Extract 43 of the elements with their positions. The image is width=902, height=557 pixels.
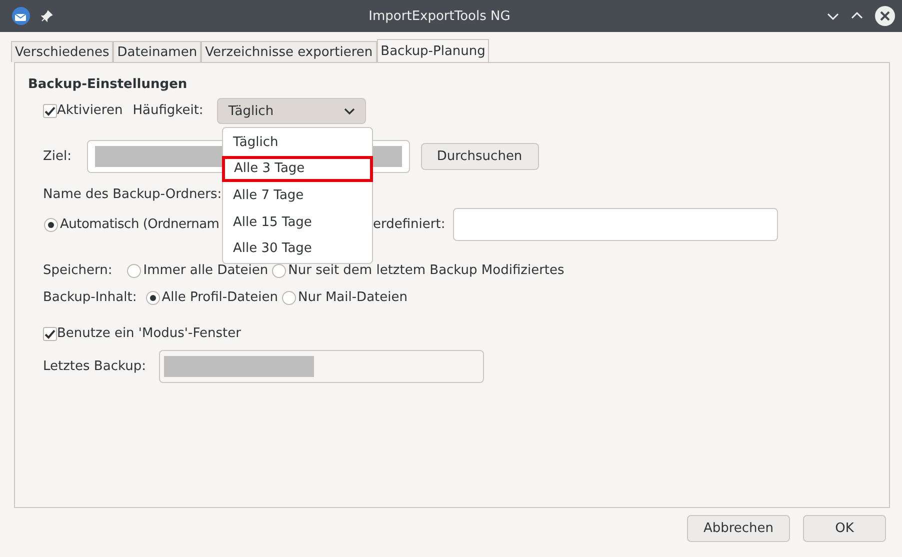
radio-label: Automatisch (Ordnernam: [60, 216, 220, 232]
minimize-icon[interactable]: [826, 11, 840, 21]
close-icon[interactable]: [874, 5, 896, 27]
radio-label: Alle Profil-Dateien: [162, 290, 278, 306]
chevron-icon: [344, 108, 356, 114]
checkbox-label: Benutze ein 'Modus'-Fenster: [57, 326, 241, 342]
folder-name-label: Name des Backup-Ordners:: [43, 187, 222, 203]
tab[interactable]: Backup-Planung: [376, 39, 490, 62]
radio-button[interactable]: [44, 218, 58, 232]
section-title: Backup-Einstellungen: [28, 76, 188, 94]
menu-option[interactable]: Alle 15 Tage: [222, 208, 373, 236]
maximize-icon[interactable]: [850, 11, 864, 21]
radio-button[interactable]: [282, 291, 296, 305]
frequency-label: Häufigkeit:: [132, 103, 204, 119]
target-label: Ziel:: [43, 148, 72, 164]
tab[interactable]: Verschiedenes: [11, 41, 114, 62]
last-backup-label: Letztes Backup:: [43, 358, 146, 374]
radio-button[interactable]: [127, 264, 142, 278]
browse-button[interactable]: Durchsuchen: [420, 143, 539, 170]
menu-option[interactable]: Alle 3 Tage: [222, 156, 373, 182]
checkbox-label: Aktivieren: [57, 103, 123, 119]
custom-name-field[interactable]: [453, 208, 778, 241]
menu-option[interactable]: Täglich: [222, 129, 373, 156]
frequency-dropdown[interactable]: Täglich: [217, 98, 366, 124]
checkbox[interactable]: [43, 104, 57, 118]
dialog-button[interactable]: Abbrechen: [687, 515, 790, 542]
app-logo-icon: [11, 6, 31, 26]
checkbox[interactable]: [43, 327, 57, 341]
backup-content-label: Backup-Inhalt:: [43, 290, 137, 306]
tab[interactable]: Dateinamen: [113, 41, 202, 62]
menu-option[interactable]: Alle 7 Tage: [222, 182, 373, 209]
radio-button[interactable]: [146, 291, 160, 305]
menu-option[interactable]: Alle 30 Tage: [222, 235, 373, 262]
radio-label: Immer alle Dateien: [143, 263, 268, 279]
window-title: ImportExportTools NG: [368, 8, 512, 24]
radio-label: Nur Mail-Dateien: [298, 290, 408, 306]
dialog-button[interactable]: OK: [803, 515, 886, 542]
save-label: Speichern:: [43, 263, 112, 279]
custom-name-label: erdefiniert:: [373, 216, 446, 232]
tab[interactable]: Verzeichnisse exportieren: [201, 41, 377, 62]
radio-button[interactable]: [272, 264, 286, 278]
pin-icon[interactable]: [41, 10, 53, 22]
radio-label: Nur seit dem letztem Backup Modifiziertes: [288, 263, 564, 279]
